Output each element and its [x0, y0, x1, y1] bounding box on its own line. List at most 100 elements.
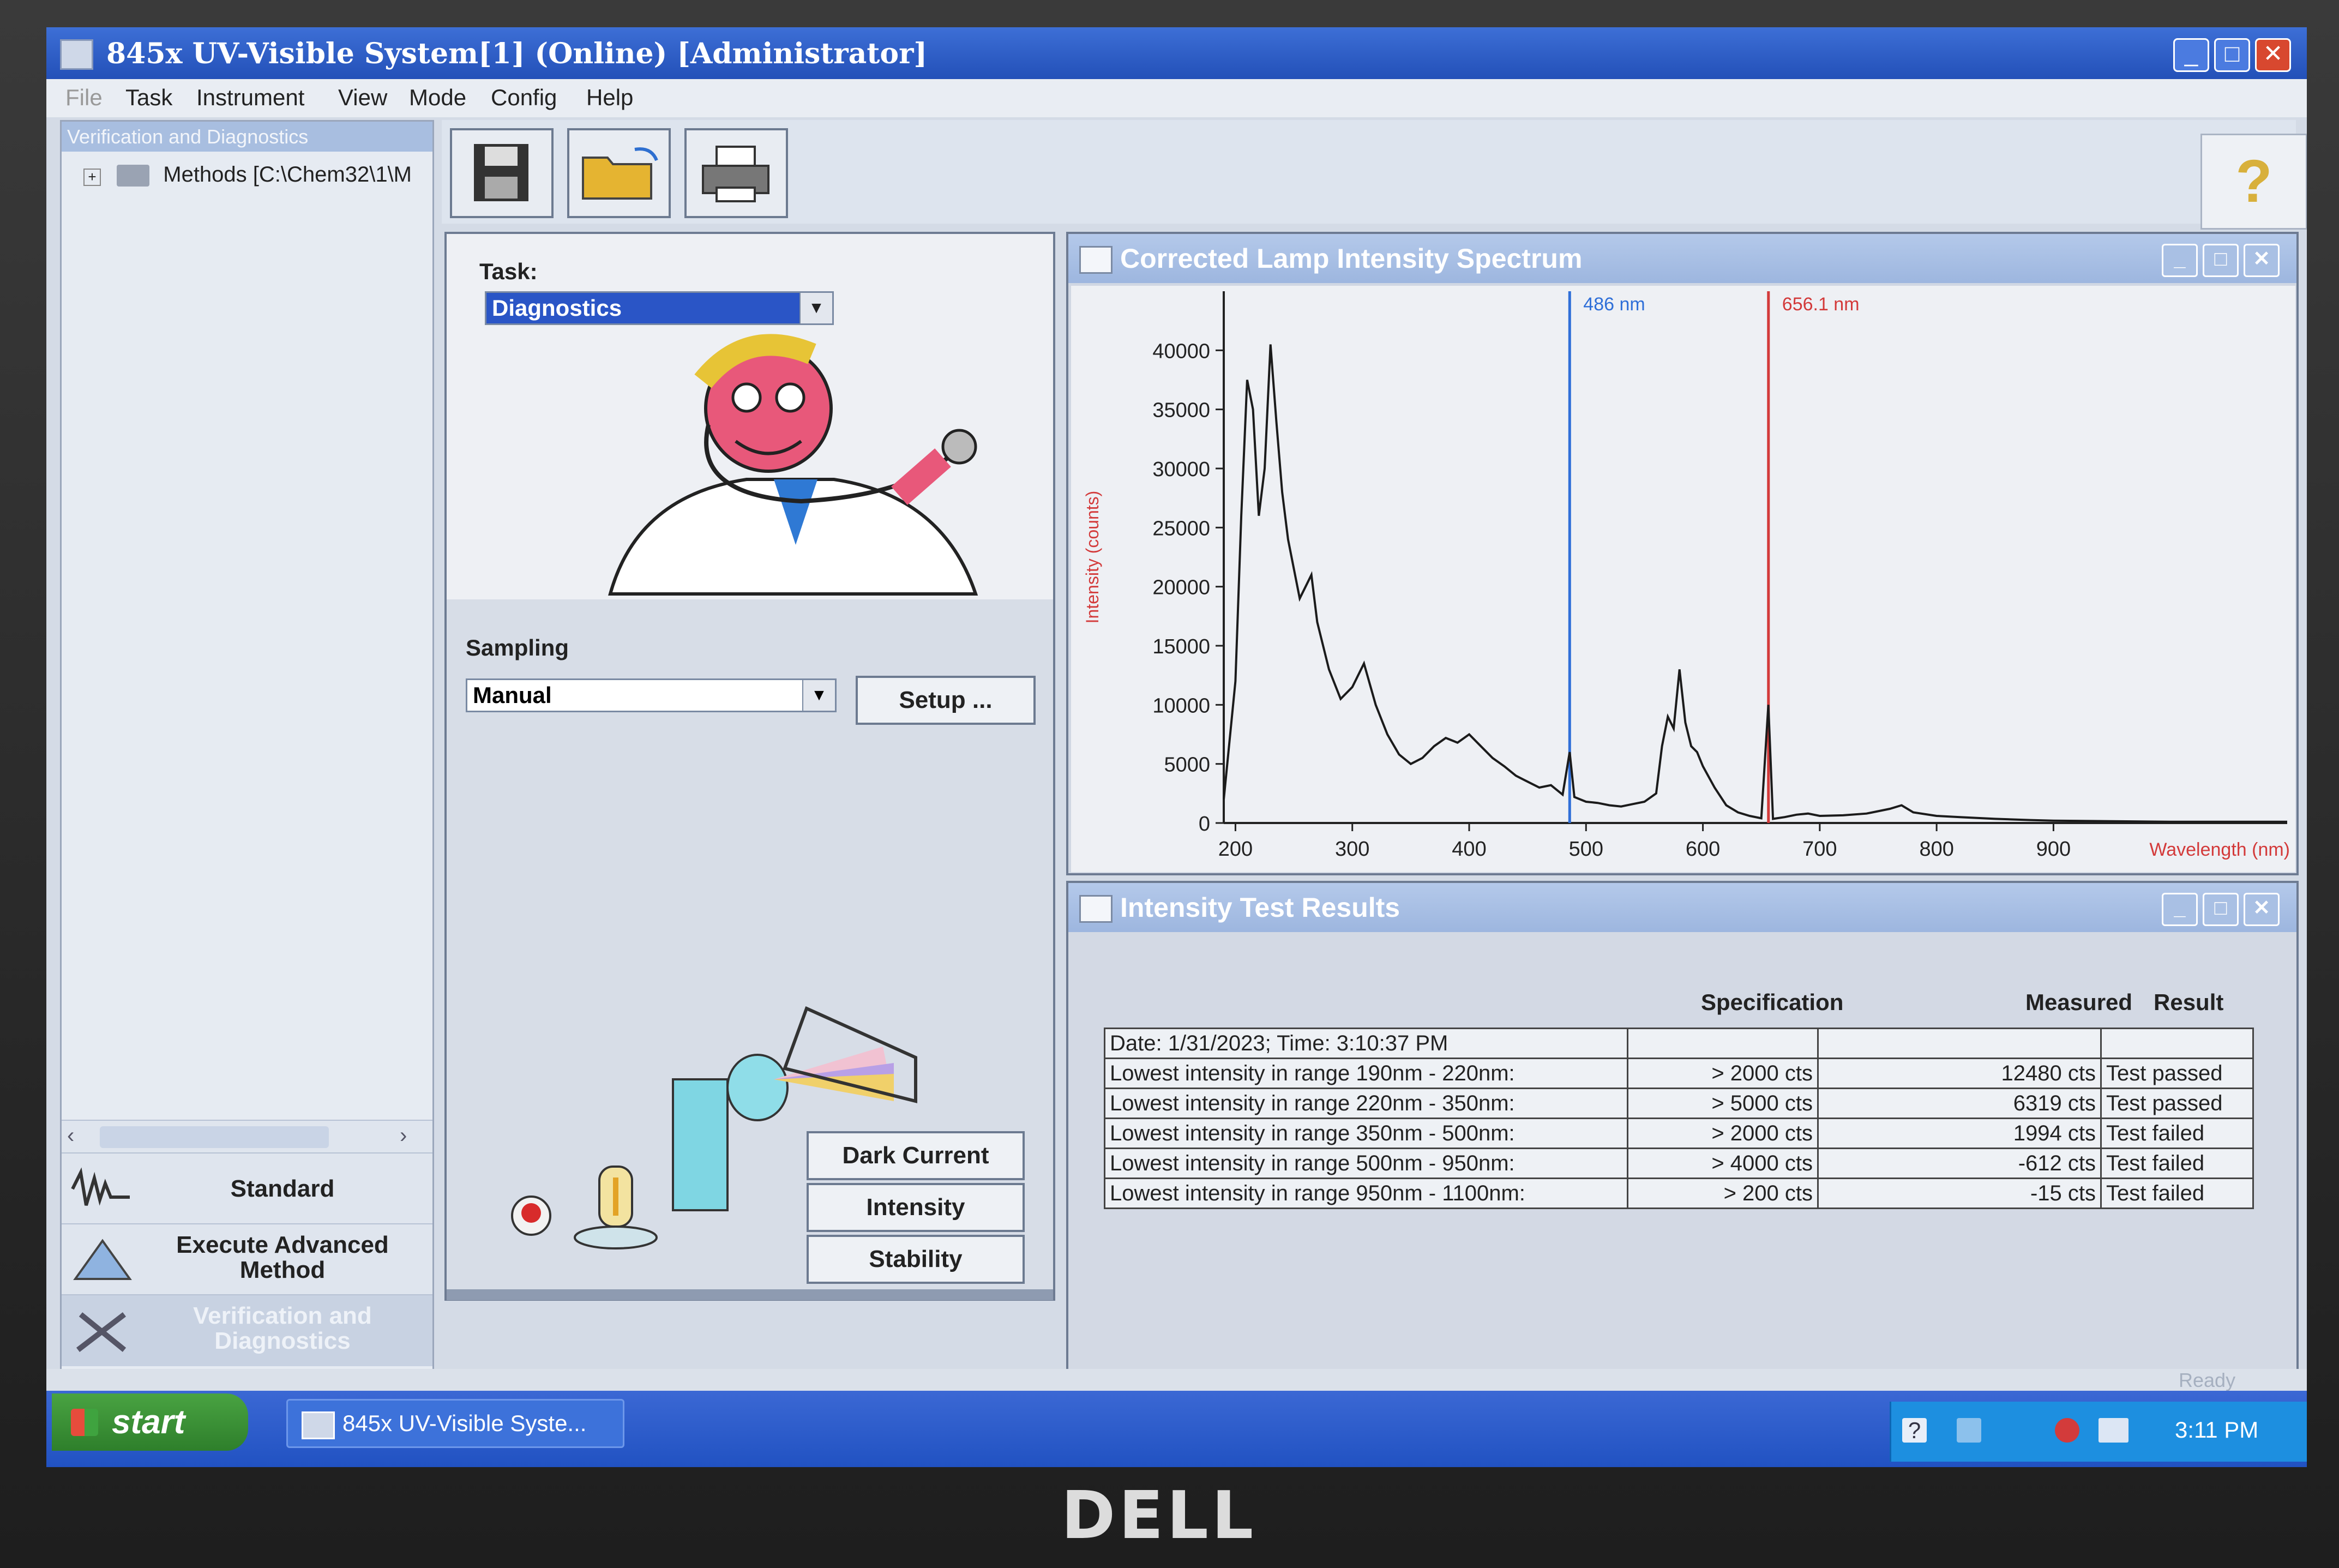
measured-cell: -15 cts: [1817, 1177, 2102, 1209]
system-tray: ? 3:11 PM: [1890, 1402, 2307, 1462]
chevron-down-icon[interactable]: ▼: [802, 680, 835, 711]
waveform-icon: [71, 1167, 130, 1206]
open-button[interactable]: [567, 128, 671, 218]
chart-minimize-button[interactable]: _: [2162, 244, 2198, 277]
intensity-button[interactable]: Intensity: [807, 1183, 1025, 1232]
task-label: Task:: [479, 259, 538, 284]
flask-icon: [73, 1239, 132, 1280]
open-folder-icon: [582, 147, 658, 200]
tree-item-methods[interactable]: + Methods [C:\Chem32\1\M: [83, 163, 412, 187]
y-tick-label: 35000: [1152, 399, 1210, 422]
dell-logo: DELL: [1061, 1478, 1257, 1554]
results-minimize-button[interactable]: _: [2162, 893, 2198, 926]
expand-icon[interactable]: +: [83, 169, 101, 186]
chart-maximize-button[interactable]: □: [2203, 244, 2239, 277]
save-button[interactable]: [450, 128, 554, 218]
spectrum-window-titlebar: Corrected Lamp Intensity Spectrum _ □ ✕: [1068, 234, 2296, 283]
toolbar: [442, 120, 2296, 224]
status-strip: [447, 1289, 1053, 1300]
y-tick-label: 25000: [1152, 517, 1210, 540]
spectrum-chart: 0 5000 10000 15000 20000 25000 30000 35000 40000…: [1083, 291, 2290, 861]
col-measured: Measured: [2025, 989, 2133, 1015]
test-cell: Lowest intensity in range 190nm - 220nm:: [1104, 1058, 1628, 1089]
results-window-title: Intensity Test Results: [1120, 892, 1400, 923]
stability-button[interactable]: Stability: [807, 1235, 1025, 1284]
taskbar-item-app[interactable]: 845x UV-Visible Syste...: [286, 1399, 624, 1448]
y-tick-label: 40000: [1152, 340, 1210, 363]
test-cell: Lowest intensity in range 500nm - 950nm:: [1104, 1148, 1628, 1179]
horizontal-scrollbar[interactable]: ‹ ›: [62, 1120, 432, 1154]
menu-help[interactable]: Help: [586, 85, 633, 111]
y-tick-label: 30000: [1152, 458, 1210, 481]
menu-task[interactable]: Task: [125, 85, 172, 111]
table-row: Lowest intensity in range 190nm - 220nm:…: [1104, 1058, 2254, 1089]
start-button[interactable]: start: [52, 1393, 248, 1451]
measured-cell: 1994 cts: [1817, 1118, 2102, 1149]
help-button[interactable]: ?: [2200, 134, 2307, 230]
setup-button[interactable]: Setup ...: [856, 676, 1036, 725]
spec-cell: > 2000 cts: [1627, 1058, 1819, 1089]
print-icon: [702, 146, 769, 202]
results-window: Intensity Test Results _ □ ✕ Specificati…: [1066, 881, 2299, 1385]
tools-icon: [76, 1312, 127, 1352]
network-icon[interactable]: [1957, 1418, 1981, 1443]
menu-config[interactable]: Config: [491, 85, 557, 111]
y-tick-label: 20000: [1152, 576, 1210, 599]
spec-cell: > 5000 cts: [1627, 1088, 1819, 1119]
nav-verification-diagnostics[interactable]: Verification and Diagnostics: [62, 1294, 432, 1366]
test-cell: Lowest intensity in range 350nm - 500nm:: [1104, 1118, 1628, 1149]
save-icon: [474, 144, 528, 201]
app-taskbar-icon: [302, 1411, 335, 1439]
col-result: Result: [2154, 989, 2224, 1015]
print-button[interactable]: [684, 128, 788, 218]
taskbar: start 845x UV-Visible Syste... ? 3:11 PM: [46, 1391, 2307, 1467]
sampling-dropdown[interactable]: Manual ▼: [466, 678, 837, 712]
monitor-icon[interactable]: [2099, 1418, 2128, 1443]
menu-mode[interactable]: Mode: [409, 85, 466, 111]
nav-standard[interactable]: Standard: [62, 1152, 432, 1224]
minimize-button[interactable]: _: [2173, 38, 2209, 72]
menu-view[interactable]: View: [338, 85, 387, 111]
nav-execute-advanced-method[interactable]: Execute Advanced Method: [62, 1223, 432, 1295]
sampling-label: Sampling: [466, 635, 569, 660]
measured-cell: -612 cts: [1817, 1148, 2102, 1179]
results-close-button[interactable]: ✕: [2244, 893, 2280, 926]
menu-instrument[interactable]: Instrument: [196, 85, 304, 111]
chevron-down-icon[interactable]: ▼: [799, 293, 832, 323]
x-tick-label: 400: [1452, 838, 1486, 861]
maximize-button[interactable]: □: [2214, 38, 2250, 72]
menu-bar: File Task Instrument View Mode Config He…: [46, 79, 2307, 117]
y-tick-label: 10000: [1152, 694, 1210, 717]
x-tick-label: 200: [1218, 838, 1253, 861]
measured-cell: 6319 cts: [1817, 1088, 2102, 1119]
results-table: Date: 1/31/2023; Time: 3:10:37 PM Lowest…: [1104, 1028, 2254, 1209]
title-bar: 845x UV-Visible System[1] (Online) [Admi…: [46, 27, 2307, 79]
dark-current-button[interactable]: Dark Current: [807, 1131, 1025, 1180]
menu-file[interactable]: File: [65, 85, 103, 111]
spec-cell: > 4000 cts: [1627, 1148, 1819, 1179]
clock: 3:11 PM: [2175, 1417, 2259, 1443]
antivirus-icon[interactable]: [2055, 1418, 2079, 1443]
help-tray-icon[interactable]: ?: [1902, 1418, 1927, 1443]
test-cell: Lowest intensity in range 950nm - 1100nm…: [1104, 1177, 1628, 1209]
results-window-titlebar: Intensity Test Results _ □ ✕: [1068, 883, 2296, 932]
table-row: Lowest intensity in range 220nm - 350nm:…: [1104, 1088, 2254, 1119]
scroll-thumb[interactable]: [100, 1126, 329, 1148]
scroll-left-icon[interactable]: ‹: [67, 1124, 74, 1148]
chart-close-button[interactable]: ✕: [2244, 244, 2280, 277]
results-maximize-button[interactable]: □: [2203, 893, 2239, 926]
tree-item-label: Methods [C:\Chem32\1\M: [163, 163, 412, 187]
test-cell: Lowest intensity in range 220nm - 350nm:: [1104, 1088, 1628, 1119]
task-dropdown[interactable]: Diagnostics ▼: [485, 291, 834, 325]
result-cell: Test passed: [2100, 1088, 2254, 1119]
y-axis-label: Intensity (counts): [1083, 491, 1102, 624]
close-button[interactable]: ✕: [2255, 38, 2291, 72]
y-tick-label: 5000: [1164, 754, 1210, 777]
scroll-right-icon[interactable]: ›: [400, 1124, 407, 1148]
windows-logo-icon: [71, 1409, 98, 1436]
marker-label: 656.1 nm: [1782, 294, 1860, 315]
nav-verification-label: Verification and Diagnostics: [193, 1302, 372, 1354]
start-label: start: [112, 1403, 185, 1441]
nav-standard-label: Standard: [230, 1175, 335, 1202]
spectrum-window-title: Corrected Lamp Intensity Spectrum: [1120, 243, 1583, 274]
